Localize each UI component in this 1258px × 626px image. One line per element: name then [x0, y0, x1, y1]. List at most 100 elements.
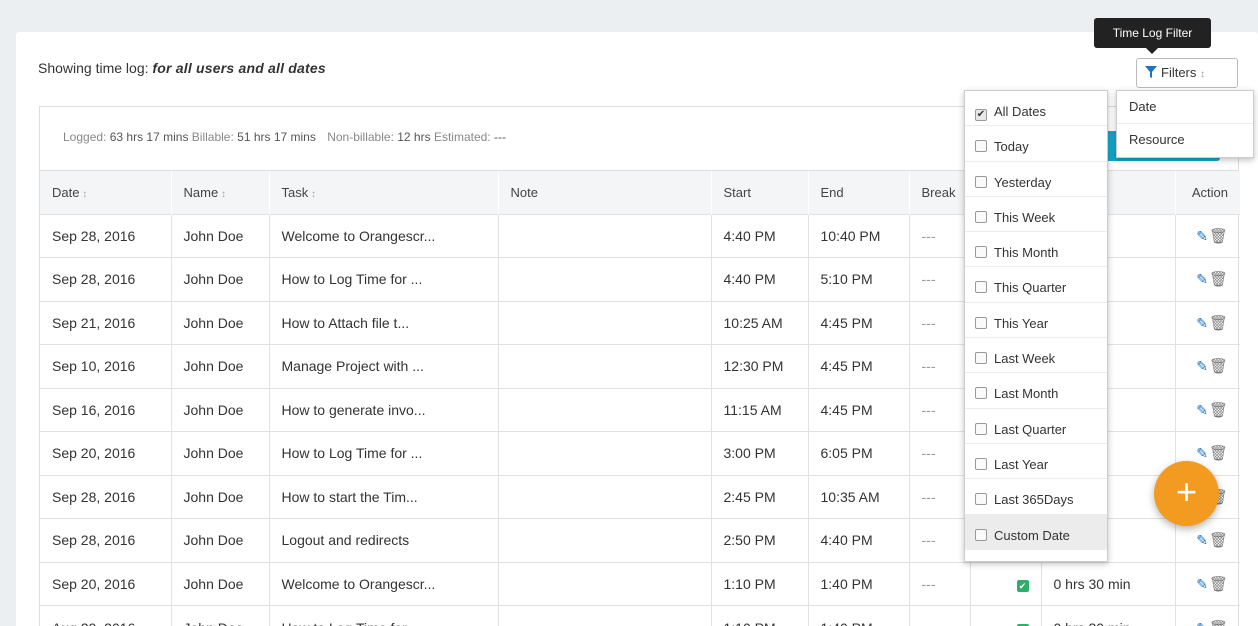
date-option-label: Last 365Days [994, 492, 1074, 508]
date-option-label: Last Week [994, 351, 1056, 367]
row-start: 11:15 AM [710, 388, 808, 432]
row-task: Welcome to Orangescr... [268, 214, 498, 258]
trash-icon[interactable]: 🗑 [1209, 357, 1228, 375]
date-filter-menu: ✔ All Dates Today Yesterday This Week This Mo… [964, 90, 1108, 562]
date-option-label: Yesterday [994, 174, 1052, 190]
date-option-last-week[interactable]: Last Week [965, 338, 1107, 374]
edit-icon[interactable]: ✎ [1196, 358, 1208, 375]
checkbox-icon[interactable] [975, 210, 987, 223]
row-name: John Doe [170, 388, 269, 432]
row-task: How to Log Time for ... [268, 605, 498, 626]
row-note [497, 344, 711, 388]
edit-icon[interactable]: ✎ [1196, 532, 1208, 549]
row-name: John Doe [170, 344, 269, 388]
checkbox-icon[interactable] [975, 352, 987, 365]
row-break: --- [908, 257, 970, 301]
row-start: 4:40 PM [710, 257, 808, 301]
row-billable: ✔ [969, 605, 1041, 626]
checkbox-icon[interactable] [975, 316, 987, 329]
date-option-this-month[interactable]: This Month [965, 232, 1107, 268]
row-date: Aug 29, 2016 [40, 606, 171, 626]
date-option-label: This Week [994, 209, 1056, 225]
trash-icon[interactable]: 🗑 [1209, 531, 1228, 549]
filter-type-resource[interactable]: Resource [1117, 124, 1253, 157]
row-name: John Doe [170, 518, 269, 562]
trash-icon[interactable]: 🗑 [1209, 575, 1228, 593]
date-option-today[interactable]: Today [965, 126, 1107, 162]
edit-icon[interactable]: ✎ [1196, 315, 1208, 332]
row-task: Logout and redirects [268, 518, 498, 562]
date-option-label: Today [994, 139, 1029, 155]
date-option-custom-date[interactable]: Custom Date [965, 514, 1107, 550]
date-option-this-year[interactable]: This Year [965, 303, 1107, 339]
row-end: 10:40 PM [807, 214, 909, 258]
add-time-log-button[interactable]: + [1154, 461, 1219, 526]
column-date[interactable]: Date [40, 171, 171, 214]
column-task[interactable]: Task [268, 171, 498, 214]
edit-icon[interactable]: ✎ [1196, 228, 1208, 245]
trash-icon[interactable]: 🗑 [1209, 227, 1228, 245]
checkbox-icon[interactable] [975, 387, 987, 400]
checkbox-icon[interactable] [975, 246, 987, 259]
trash-icon[interactable]: 🗑 [1209, 314, 1228, 332]
row-start: 10:25 AM [710, 301, 808, 345]
row-task: How to generate invo... [268, 388, 498, 432]
row-start: 12:30 PM [710, 344, 808, 388]
checkbox-icon[interactable] [975, 493, 987, 506]
filter-type-date[interactable]: Date [1117, 91, 1253, 124]
row-start: 4:40 PM [710, 214, 808, 258]
row-note [497, 214, 711, 258]
checkbox-icon[interactable] [975, 281, 987, 294]
logged-label: Logged: [63, 130, 107, 144]
row-name: John Doe [170, 605, 269, 626]
date-option-all-dates[interactable]: ✔ All Dates [965, 91, 1107, 127]
showing-time-log-text: Showing time log: for all users and all … [38, 60, 326, 76]
checkbox-icon[interactable] [975, 175, 987, 188]
filters-button[interactable]: Filters ↕ [1136, 58, 1238, 88]
row-end: 1:40 PM [807, 562, 909, 606]
row-actions: ✎🗑 [1174, 301, 1240, 345]
trash-icon[interactable]: 🗑 [1209, 619, 1228, 626]
row-name: John Doe [170, 257, 269, 301]
row-start: 2:45 PM [710, 475, 808, 519]
row-note [497, 605, 711, 626]
date-option-last-month[interactable]: Last Month [965, 373, 1107, 409]
date-option-last-365days[interactable]: Last 365Days [965, 479, 1107, 515]
checkbox-icon[interactable] [975, 528, 987, 541]
date-option-last-year[interactable]: Last Year [965, 444, 1107, 480]
date-option-yesterday[interactable]: Yesterday [965, 162, 1107, 197]
row-date: Sep 10, 2016 [52, 358, 136, 375]
checkbox-icon[interactable] [975, 422, 987, 435]
edit-icon[interactable]: ✎ [1196, 576, 1208, 593]
row-actions: ✎🗑 [1174, 562, 1240, 606]
trash-icon[interactable]: 🗑 [1209, 401, 1228, 419]
column-end: End [807, 171, 909, 214]
date-option-this-quarter[interactable]: This Quarter [965, 267, 1107, 303]
row-break: --- [908, 431, 970, 475]
trash-icon[interactable]: 🗑 [1209, 270, 1228, 288]
row-break: --- [908, 301, 970, 345]
date-option-this-week[interactable]: This Week [965, 197, 1107, 233]
checkbox-icon[interactable]: ✔ [975, 109, 987, 121]
checkbox-icon[interactable] [975, 457, 987, 470]
date-option-last-quarter[interactable]: Last Quarter [965, 409, 1107, 444]
row-billable: ✔ [969, 562, 1041, 606]
row-note [497, 431, 711, 475]
trash-icon[interactable]: 🗑 [1209, 444, 1228, 462]
edit-icon[interactable]: ✎ [1196, 271, 1208, 288]
row-task: Manage Project with ... [268, 344, 498, 388]
checkbox-icon[interactable] [975, 140, 987, 153]
column-action: Action [1174, 171, 1240, 214]
edit-icon[interactable]: ✎ [1196, 445, 1208, 462]
column-name[interactable]: Name [170, 171, 269, 214]
row-task: How to start the Tim... [268, 475, 498, 519]
row-date: Sep 20, 2016 [52, 445, 136, 462]
row-break: --- [908, 214, 970, 258]
column-break: Break [908, 171, 970, 214]
edit-icon[interactable]: ✎ [1196, 402, 1208, 419]
row-date: Sep 28, 2016 [52, 488, 136, 505]
filters-label: Filters [1161, 65, 1197, 80]
row-end: 6:05 PM [807, 431, 909, 475]
row-end: 4:40 PM [807, 518, 909, 562]
edit-icon[interactable]: ✎ [1196, 620, 1208, 626]
